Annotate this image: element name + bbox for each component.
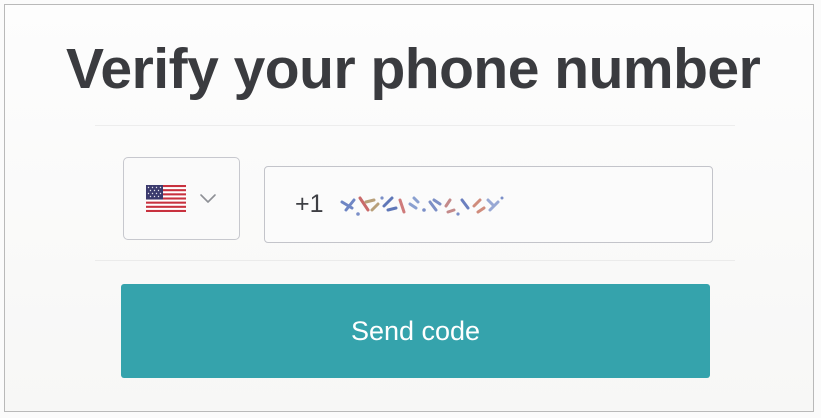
dial-code: +1 — [295, 190, 324, 218]
bleed-through-line — [95, 260, 735, 261]
chevron-down-icon — [200, 194, 216, 203]
redacted-number — [340, 195, 504, 216]
country-select[interactable] — [123, 157, 240, 240]
us-flag-icon — [146, 185, 186, 212]
send-code-button[interactable]: Send code — [121, 284, 710, 378]
phone-number-field[interactable]: +1 — [264, 166, 713, 243]
bleed-through-line — [95, 125, 735, 126]
page-title: Verify your phone number — [66, 37, 761, 101]
